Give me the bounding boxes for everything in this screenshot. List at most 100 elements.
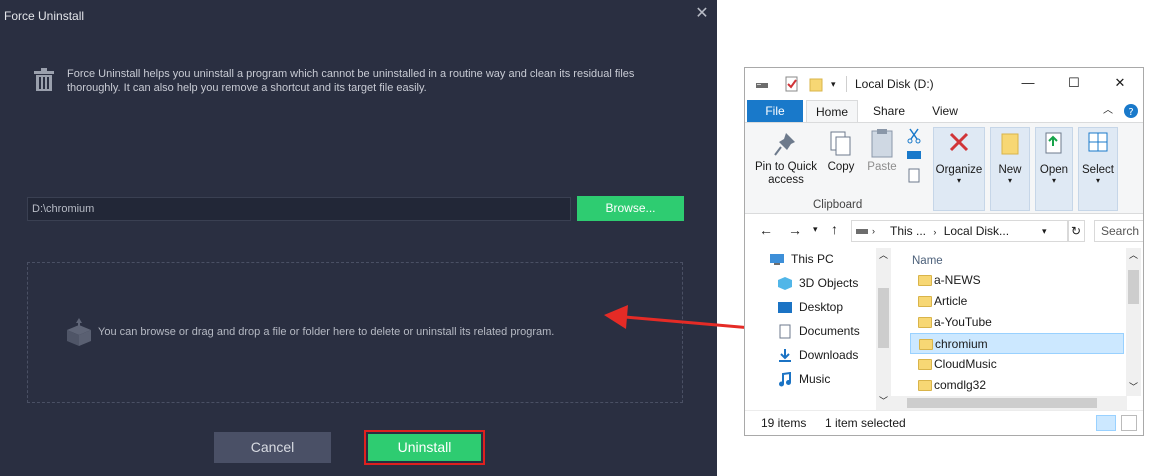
- folder-icon: [918, 359, 932, 370]
- file-row-chromium[interactable]: chromium: [910, 333, 1124, 354]
- selection-count: 1 item selected: [825, 416, 906, 430]
- file-list: Name a-NEWS Article a-YouTube chromium C…: [906, 248, 1126, 396]
- file-name: a-YouTube: [934, 315, 992, 329]
- nav-item-documents[interactable]: Documents: [777, 320, 860, 342]
- folder-icon: [918, 380, 932, 391]
- select-button[interactable]: Select ▾: [1078, 127, 1118, 211]
- horizontal-scrollbar[interactable]: [891, 396, 1127, 410]
- file-name: comdlg32: [934, 378, 987, 392]
- window-title: Local Disk (D:): [855, 77, 934, 91]
- customize-quick-access-icon[interactable]: ▾: [831, 76, 841, 92]
- nav-item-music[interactable]: Music: [777, 368, 830, 390]
- folder-icon: [918, 275, 932, 286]
- organize-button[interactable]: Organize ▾: [933, 127, 985, 211]
- pin-label: Pin to Quick access: [755, 161, 817, 186]
- tab-view[interactable]: View: [925, 100, 965, 122]
- new-label: New: [998, 164, 1022, 176]
- large-icons-view-icon[interactable]: [1121, 415, 1137, 431]
- folder-icon: [918, 317, 932, 328]
- 3d-objects-icon: [778, 277, 792, 290]
- collapse-ribbon-icon[interactable]: ︿: [1101, 100, 1115, 122]
- forward-icon[interactable]: →: [788, 222, 802, 238]
- title-bar: ▾ Local Disk (D:) — ☐ ✕: [745, 68, 1143, 98]
- nav-item-3d-objects[interactable]: 3D Objects: [777, 272, 858, 294]
- open-icon: [1045, 132, 1062, 154]
- file-name: chromium: [935, 337, 988, 351]
- file-name: Article: [934, 294, 968, 308]
- svg-text:?: ?: [1128, 107, 1133, 118]
- refresh-icon[interactable]: ↻: [1067, 220, 1085, 242]
- tab-share[interactable]: Share: [867, 100, 911, 122]
- maximize-icon[interactable]: ☐: [1059, 72, 1089, 94]
- file-row-a-news[interactable]: a-NEWS: [910, 270, 1124, 291]
- copy-button[interactable]: Copy: [823, 127, 859, 174]
- file-row-article[interactable]: Article: [910, 291, 1124, 312]
- scroll-up-icon[interactable]: ︿: [1126, 248, 1141, 262]
- recent-locations-icon[interactable]: ▾: [813, 224, 818, 235]
- address-chevron-icon: ›: [872, 226, 875, 236]
- nav-item-this-pc[interactable]: This PC: [769, 248, 834, 270]
- up-icon[interactable]: ↑: [831, 221, 838, 237]
- new-folder-large-icon: [1001, 133, 1019, 155]
- scroll-down-icon[interactable]: ﹀: [1126, 380, 1141, 394]
- pc-drive-icon: [856, 229, 868, 234]
- scroll-up-icon[interactable]: ︿: [876, 248, 891, 262]
- open-dropdown-icon: ▾: [1051, 176, 1056, 185]
- back-icon[interactable]: ←: [759, 222, 773, 238]
- details-view-icon[interactable]: [1096, 415, 1116, 431]
- desktop-icon: [778, 302, 792, 313]
- breadcrumb-separator-icon: ›: [933, 227, 937, 237]
- horizontal-scroll-thumb[interactable]: [907, 398, 1097, 408]
- nav-item-downloads[interactable]: Downloads: [777, 344, 858, 366]
- copy-label: Copy: [827, 161, 855, 173]
- close-window-icon[interactable]: ✕: [1105, 72, 1135, 94]
- scroll-down-icon[interactable]: ﹀: [876, 394, 891, 408]
- ribbon: Pin to Quick access Copy Paste Clipboard…: [745, 122, 1143, 214]
- this-pc-icon: [770, 254, 784, 265]
- tab-file[interactable]: File: [747, 100, 803, 122]
- clipboard-group-label: Clipboard: [813, 199, 863, 211]
- paste-icon: [871, 129, 893, 158]
- nav-scroll-thumb[interactable]: [878, 288, 889, 348]
- navigation-pane: This PC 3D Objects Desktop Documents Dow…: [745, 248, 891, 410]
- new-dropdown-icon: ▾: [1007, 176, 1012, 185]
- select-dropdown-icon: ▾: [1095, 176, 1100, 185]
- file-row-cloudmusic[interactable]: CloudMusic: [910, 354, 1124, 375]
- address-bar[interactable]: › This ... › Local Disk... ▾: [851, 220, 1069, 242]
- open-button[interactable]: Open ▾: [1035, 127, 1073, 211]
- minimize-icon[interactable]: —: [1013, 72, 1043, 94]
- open-label: Open: [1039, 164, 1069, 176]
- search-input[interactable]: Search L: [1094, 220, 1143, 242]
- folder-icon: [919, 339, 933, 350]
- folder-icon: [918, 296, 932, 307]
- organize-dropdown-icon: ▾: [956, 176, 961, 185]
- select-label: Select: [1082, 164, 1114, 176]
- file-row-comdlg32[interactable]: comdlg32: [910, 375, 1124, 396]
- help-icon[interactable]: ?: [1123, 100, 1139, 122]
- paste-button[interactable]: Paste: [863, 127, 901, 174]
- new-folder-icon[interactable]: [809, 76, 823, 92]
- cut-icon[interactable]: [905, 127, 923, 187]
- properties-icon[interactable]: [785, 76, 799, 92]
- file-list-scrollbar[interactable]: ︿ ﹀: [1126, 248, 1141, 396]
- pin-icon: [774, 133, 795, 156]
- documents-icon: [779, 324, 791, 339]
- file-explorer-window: ▾ Local Disk (D:) — ☐ ✕ File Home Share …: [744, 67, 1144, 436]
- new-button[interactable]: New ▾: [990, 127, 1030, 211]
- pin-to-quick-access-button[interactable]: Pin to Quick access: [751, 127, 821, 187]
- nav-scrollbar[interactable]: ︿ ﹀: [876, 248, 891, 410]
- address-bar-row: ← → ▾ ↑ › This ... › Local Disk... ▾ ↻ S…: [745, 220, 1143, 242]
- file-row-a-youtube[interactable]: a-YouTube: [910, 312, 1124, 333]
- item-count: 19 items: [761, 416, 807, 430]
- breadcrumb-this-pc[interactable]: This ...: [890, 224, 926, 238]
- paste-label: Paste: [867, 161, 897, 173]
- address-dropdown-icon[interactable]: ▾: [1042, 221, 1047, 241]
- downloads-icon: [779, 349, 791, 362]
- name-column-header[interactable]: Name: [912, 255, 943, 267]
- delete-x-icon: [949, 132, 969, 152]
- nav-item-desktop[interactable]: Desktop: [777, 296, 843, 318]
- file-scroll-thumb[interactable]: [1128, 270, 1139, 304]
- copy-icon: [830, 131, 851, 156]
- tab-home[interactable]: Home: [806, 100, 858, 122]
- breadcrumb-local-disk[interactable]: Local Disk...: [944, 224, 1009, 238]
